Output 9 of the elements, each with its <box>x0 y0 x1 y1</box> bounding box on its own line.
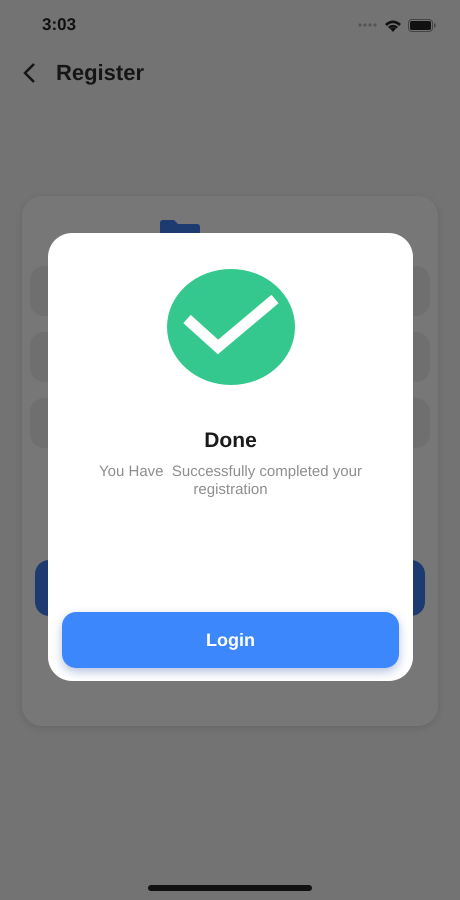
page-title: Register <box>56 60 144 86</box>
dialog-title: Done <box>204 429 257 453</box>
battery-icon <box>408 18 436 32</box>
login-button[interactable]: Login <box>62 612 399 668</box>
back-icon[interactable] <box>22 62 36 84</box>
wifi-icon <box>384 18 402 32</box>
check-icon <box>166 269 294 385</box>
dialog-message: You Have Successfully completed your registration <box>98 463 363 499</box>
status-time: 3:03 <box>42 15 76 35</box>
